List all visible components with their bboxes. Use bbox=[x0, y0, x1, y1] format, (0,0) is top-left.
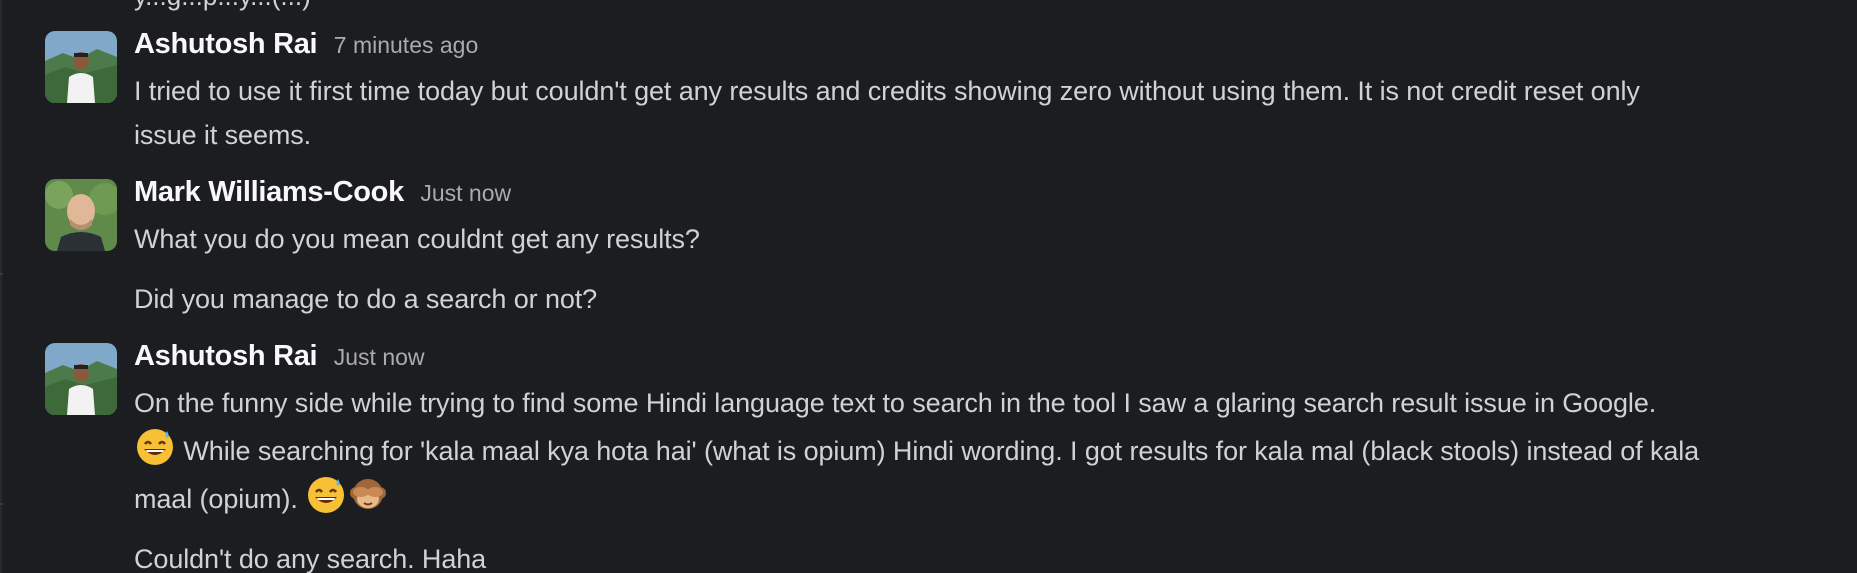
message-line: On the funny side while trying to find s… bbox=[134, 388, 1657, 418]
see-no-evil-monkey-icon bbox=[347, 473, 389, 515]
grinning-face-with-sweat-icon bbox=[305, 473, 347, 515]
avatar-image bbox=[45, 31, 117, 103]
avatar-mark-williams-cook[interactable] bbox=[45, 179, 117, 251]
left-pane-divider bbox=[0, 0, 3, 573]
message-line: maal (opium). bbox=[134, 473, 1849, 521]
author-name[interactable]: Ashutosh Rai bbox=[134, 340, 318, 372]
message-line-text: While searching for 'kala maal kya hota … bbox=[183, 436, 1700, 466]
message-line: issue it seems. bbox=[134, 120, 312, 150]
author-name[interactable]: Mark Williams-Cook bbox=[134, 176, 404, 208]
message-paragraph: Did you manage to do a search or not? bbox=[134, 284, 598, 314]
message-text: I tried to use it first time today but c… bbox=[134, 69, 1849, 157]
message-header: Mark Williams-Cook Just now bbox=[134, 176, 511, 209]
message-text: Did you manage to do a search or not? bbox=[134, 277, 1849, 321]
message-paragraph: Couldn't do any search. Haha bbox=[134, 544, 487, 573]
message-paragraph: What you do you mean couldnt get any res… bbox=[134, 224, 700, 254]
grinning-face-with-sweat-icon bbox=[134, 425, 176, 467]
timestamp[interactable]: Just now bbox=[334, 344, 425, 370]
message-line-text: maal (opium). bbox=[134, 484, 298, 514]
avatar-ashutosh-rai[interactable] bbox=[45, 343, 117, 415]
divider-tick bbox=[0, 273, 3, 275]
avatar-ashutosh-rai[interactable] bbox=[45, 31, 117, 103]
previous-message-fragment: y...g...p...y...(...) bbox=[134, 0, 311, 9]
timestamp[interactable]: 7 minutes ago bbox=[334, 32, 478, 58]
avatar-image bbox=[45, 179, 117, 251]
message-header: Ashutosh Rai 7 minutes ago bbox=[134, 28, 478, 61]
author-name[interactable]: Ashutosh Rai bbox=[134, 28, 318, 60]
timestamp[interactable]: Just now bbox=[420, 180, 511, 206]
message-text: On the funny side while trying to find s… bbox=[134, 381, 1849, 521]
message-line: While searching for 'kala maal kya hota … bbox=[134, 425, 1849, 473]
divider-tick bbox=[0, 503, 3, 505]
message-line: I tried to use it first time today but c… bbox=[134, 76, 1640, 106]
message-header: Ashutosh Rai Just now bbox=[134, 340, 425, 373]
message-text: Couldn't do any search. Haha bbox=[134, 537, 1849, 573]
avatar-image bbox=[45, 343, 117, 415]
message-text: What you do you mean couldnt get any res… bbox=[134, 217, 1849, 261]
